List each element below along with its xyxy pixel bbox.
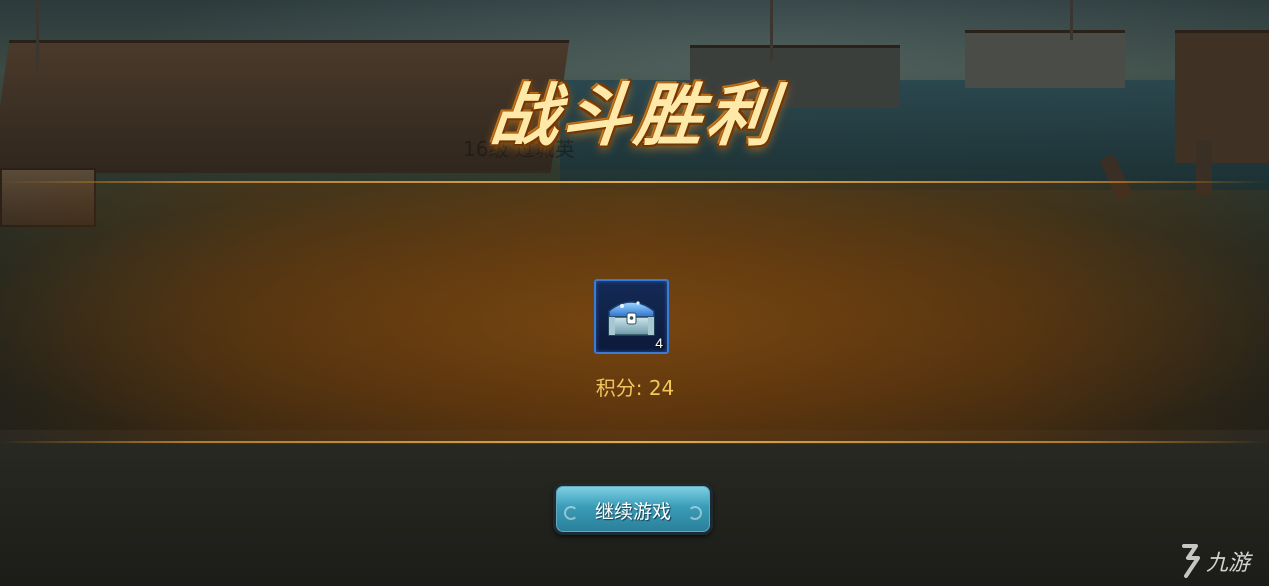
battle-result-screen: 16级 过城英 战斗胜利 4 积分: 24 继续游戏 九游 [0, 0, 1269, 586]
reward-item-slot[interactable]: 4 [594, 279, 669, 354]
background-ship [1175, 30, 1269, 163]
treasure-chest-icon [608, 301, 655, 336]
background-mast [770, 0, 773, 60]
jiuyou-watermark-logo: 九游 [1182, 544, 1254, 578]
panel-top-divider [0, 181, 1269, 183]
background-mast [1070, 0, 1073, 40]
continue-button-label: 继续游戏 [594, 501, 671, 523]
watermark-text: 九游 [1206, 551, 1254, 576]
background-ship [965, 30, 1125, 88]
swirl-ornament-icon [564, 506, 578, 520]
panel-bottom-divider [0, 441, 1269, 443]
item-count: 4 [655, 335, 663, 351]
victory-title: 战斗胜利 [486, 76, 784, 156]
score-text: 积分: 24 [595, 376, 675, 400]
background-mast [36, 0, 39, 70]
continue-game-button[interactable]: 继续游戏 [553, 483, 713, 535]
swirl-ornament-icon [688, 506, 702, 520]
